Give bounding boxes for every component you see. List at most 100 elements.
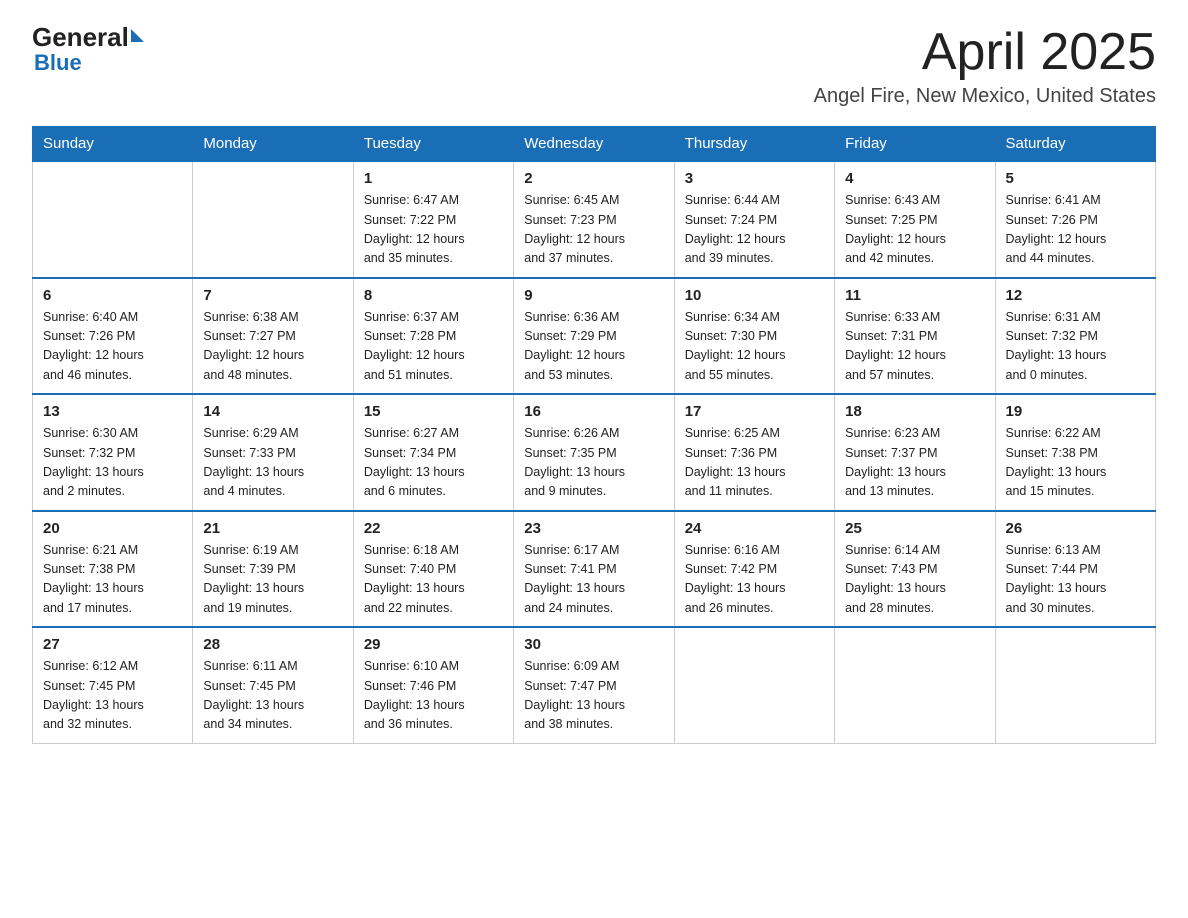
day-info: Sunrise: 6:38 AM Sunset: 7:27 PM Dayligh…: [203, 308, 342, 386]
day-number: 13: [43, 403, 182, 420]
day-number: 25: [845, 520, 984, 537]
day-info: Sunrise: 6:43 AM Sunset: 7:25 PM Dayligh…: [845, 191, 984, 269]
day-number: 20: [43, 520, 182, 537]
day-number: 26: [1006, 520, 1145, 537]
day-number: 27: [43, 636, 182, 653]
day-info: Sunrise: 6:36 AM Sunset: 7:29 PM Dayligh…: [524, 308, 663, 386]
table-row: [995, 627, 1155, 743]
day-number: 9: [524, 287, 663, 304]
day-number: 14: [203, 403, 342, 420]
day-info: Sunrise: 6:22 AM Sunset: 7:38 PM Dayligh…: [1006, 424, 1145, 502]
day-info: Sunrise: 6:09 AM Sunset: 7:47 PM Dayligh…: [524, 657, 663, 735]
header-monday: Monday: [193, 127, 353, 162]
table-row: 21 Sunrise: 6:19 AM Sunset: 7:39 PM Dayli…: [193, 511, 353, 628]
table-row: 30Sunrise: 6:09 AM Sunset: 7:47 PM Dayli…: [514, 627, 674, 743]
day-info: Sunrise: 6:12 AM Sunset: 7:45 PM Dayligh…: [43, 657, 182, 735]
day-number: 6: [43, 287, 182, 304]
day-number: 8: [364, 287, 503, 304]
logo-blue: Blue: [34, 50, 82, 76]
day-number: 11: [845, 287, 984, 304]
day-info: Sunrise: 6:30 AM Sunset: 7:32 PM Dayligh…: [43, 424, 182, 502]
logo-arrow-icon: [131, 29, 144, 42]
day-number: 19: [1006, 403, 1145, 420]
table-row: 5 Sunrise: 6:41 AM Sunset: 7:26 PM Daylig…: [995, 161, 1155, 278]
table-row: 24 Sunrise: 6:16 AM Sunset: 7:42 PM Dayli…: [674, 511, 834, 628]
day-info: Sunrise: 6:11 AM Sunset: 7:45 PM Dayligh…: [203, 657, 342, 735]
table-row: 20 Sunrise: 6:21 AM Sunset: 7:38 PM Dayli…: [33, 511, 193, 628]
calendar-week-row: 13 Sunrise: 6:30 AM Sunset: 7:32 PM Dayli…: [33, 394, 1156, 511]
table-row: 7 Sunrise: 6:38 AM Sunset: 7:27 PM Daylig…: [193, 278, 353, 395]
table-row: 26 Sunrise: 6:13 AM Sunset: 7:44 PM Dayli…: [995, 511, 1155, 628]
day-number: 22: [364, 520, 503, 537]
table-row: 4 Sunrise: 6:43 AM Sunset: 7:25 PM Daylig…: [835, 161, 995, 278]
day-number: 5: [1006, 170, 1145, 187]
day-number: 1: [364, 170, 503, 187]
day-number: 10: [685, 287, 824, 304]
calendar-header-row: Sunday Monday Tuesday Wednesday Thursday…: [33, 127, 1156, 162]
logo-area: General Blue: [32, 24, 144, 76]
header-saturday: Saturday: [995, 127, 1155, 162]
day-number: 24: [685, 520, 824, 537]
day-info: Sunrise: 6:17 AM Sunset: 7:41 PM Dayligh…: [524, 541, 663, 619]
table-row: 27 Sunrise: 6:12 AM Sunset: 7:45 PM Dayli…: [33, 627, 193, 743]
header-tuesday: Tuesday: [353, 127, 513, 162]
table-row: 3 Sunrise: 6:44 AM Sunset: 7:24 PM Daylig…: [674, 161, 834, 278]
header-wednesday: Wednesday: [514, 127, 674, 162]
main-title: April 2025: [814, 24, 1156, 81]
day-number: 4: [845, 170, 984, 187]
table-row: 1Sunrise: 6:47 AM Sunset: 7:22 PM Daylig…: [353, 161, 513, 278]
header-sunday: Sunday: [33, 127, 193, 162]
day-number: 16: [524, 403, 663, 420]
day-info: Sunrise: 6:21 AM Sunset: 7:38 PM Dayligh…: [43, 541, 182, 619]
logo: General: [32, 24, 144, 50]
calendar-table: Sunday Monday Tuesday Wednesday Thursday…: [32, 126, 1156, 744]
day-number: 18: [845, 403, 984, 420]
header-friday: Friday: [835, 127, 995, 162]
table-row: 11Sunrise: 6:33 AM Sunset: 7:31 PM Dayli…: [835, 278, 995, 395]
table-row: [33, 161, 193, 278]
calendar-week-row: 6 Sunrise: 6:40 AM Sunset: 7:26 PM Daylig…: [33, 278, 1156, 395]
day-number: 29: [364, 636, 503, 653]
table-row: 14 Sunrise: 6:29 AM Sunset: 7:33 PM Dayli…: [193, 394, 353, 511]
day-info: Sunrise: 6:19 AM Sunset: 7:39 PM Dayligh…: [203, 541, 342, 619]
logo-general: General: [32, 24, 129, 50]
header-thursday: Thursday: [674, 127, 834, 162]
day-number: 2: [524, 170, 663, 187]
table-row: 16 Sunrise: 6:26 AM Sunset: 7:35 PM Dayli…: [514, 394, 674, 511]
day-info: Sunrise: 6:25 AM Sunset: 7:36 PM Dayligh…: [685, 424, 824, 502]
day-info: Sunrise: 6:13 AM Sunset: 7:44 PM Dayligh…: [1006, 541, 1145, 619]
day-info: Sunrise: 6:14 AM Sunset: 7:43 PM Dayligh…: [845, 541, 984, 619]
calendar-week-row: 1Sunrise: 6:47 AM Sunset: 7:22 PM Daylig…: [33, 161, 1156, 278]
day-number: 28: [203, 636, 342, 653]
day-number: 15: [364, 403, 503, 420]
calendar-week-row: 20 Sunrise: 6:21 AM Sunset: 7:38 PM Dayli…: [33, 511, 1156, 628]
day-info: Sunrise: 6:18 AM Sunset: 7:40 PM Dayligh…: [364, 541, 503, 619]
table-row: 13 Sunrise: 6:30 AM Sunset: 7:32 PM Dayli…: [33, 394, 193, 511]
day-number: 3: [685, 170, 824, 187]
day-info: Sunrise: 6:23 AM Sunset: 7:37 PM Dayligh…: [845, 424, 984, 502]
calendar-week-row: 27 Sunrise: 6:12 AM Sunset: 7:45 PM Dayli…: [33, 627, 1156, 743]
day-number: 21: [203, 520, 342, 537]
day-number: 17: [685, 403, 824, 420]
day-info: Sunrise: 6:37 AM Sunset: 7:28 PM Dayligh…: [364, 308, 503, 386]
table-row: 29Sunrise: 6:10 AM Sunset: 7:46 PM Dayli…: [353, 627, 513, 743]
day-info: Sunrise: 6:16 AM Sunset: 7:42 PM Dayligh…: [685, 541, 824, 619]
table-row: [674, 627, 834, 743]
subtitle: Angel Fire, New Mexico, United States: [814, 85, 1156, 108]
day-info: Sunrise: 6:41 AM Sunset: 7:26 PM Dayligh…: [1006, 191, 1145, 269]
day-info: Sunrise: 6:40 AM Sunset: 7:26 PM Dayligh…: [43, 308, 182, 386]
day-number: 7: [203, 287, 342, 304]
page-header: General Blue April 2025 Angel Fire, New …: [32, 24, 1156, 108]
table-row: [193, 161, 353, 278]
day-info: Sunrise: 6:44 AM Sunset: 7:24 PM Dayligh…: [685, 191, 824, 269]
day-info: Sunrise: 6:26 AM Sunset: 7:35 PM Dayligh…: [524, 424, 663, 502]
table-row: 28 Sunrise: 6:11 AM Sunset: 7:45 PM Dayli…: [193, 627, 353, 743]
table-row: 2 Sunrise: 6:45 AM Sunset: 7:23 PM Daylig…: [514, 161, 674, 278]
day-info: Sunrise: 6:27 AM Sunset: 7:34 PM Dayligh…: [364, 424, 503, 502]
day-info: Sunrise: 6:29 AM Sunset: 7:33 PM Dayligh…: [203, 424, 342, 502]
day-info: Sunrise: 6:45 AM Sunset: 7:23 PM Dayligh…: [524, 191, 663, 269]
table-row: 6 Sunrise: 6:40 AM Sunset: 7:26 PM Daylig…: [33, 278, 193, 395]
day-info: Sunrise: 6:34 AM Sunset: 7:30 PM Dayligh…: [685, 308, 824, 386]
table-row: 15 Sunrise: 6:27 AM Sunset: 7:34 PM Dayli…: [353, 394, 513, 511]
table-row: 23Sunrise: 6:17 AM Sunset: 7:41 PM Dayli…: [514, 511, 674, 628]
